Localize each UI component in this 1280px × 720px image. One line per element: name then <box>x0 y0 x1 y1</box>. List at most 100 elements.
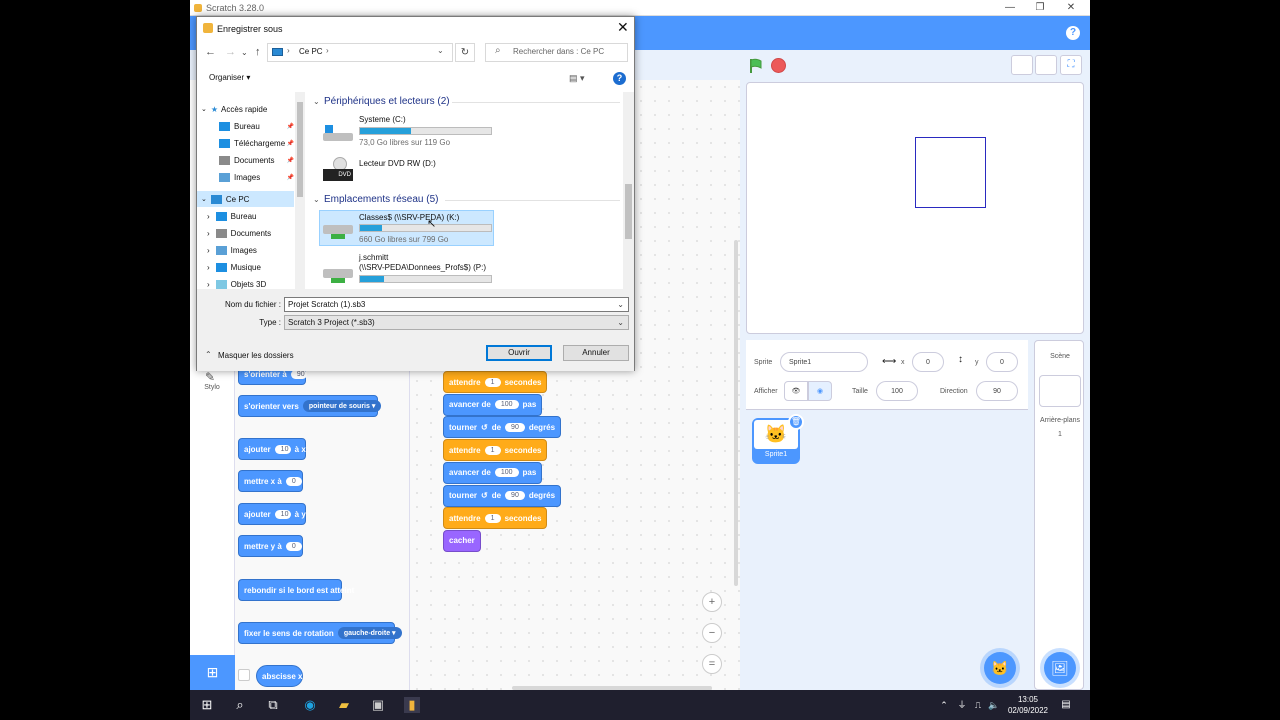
edge-icon[interactable]: ◉ <box>302 697 318 713</box>
block-rotation-style[interactable]: fixer le sens de rotation gauche-droite … <box>238 622 402 644</box>
nav-pc-item[interactable]: › Objets 3D <box>197 276 294 292</box>
pin-icon[interactable]: 📌 <box>287 174 294 181</box>
block-input[interactable]: 0 <box>285 476 302 486</box>
scratch-taskbar-icon[interactable]: ▮ <box>404 697 420 713</box>
back-arrow-icon[interactable]: ← <box>205 46 216 58</box>
filename-input[interactable]: Projet Scratch (1).sb3 ⌄ <box>284 297 629 312</box>
file-scroll-thumb[interactable] <box>625 184 632 239</box>
network-icon[interactable]: ⎍ <box>970 697 986 713</box>
nav-quick-item[interactable]: Téléchargeme 📌 <box>197 135 294 151</box>
add-extension-icon[interactable]: ⊞ <box>190 655 235 690</box>
breadcrumb-chevron-icon[interactable]: › <box>326 46 329 55</box>
help-icon[interactable]: ? <box>1066 26 1080 40</box>
fullscreen-icon[interactable]: ⛶ <box>1060 55 1082 75</box>
refresh-icon[interactable]: ↻ <box>455 43 475 62</box>
chevron-up-icon[interactable]: ⌃ <box>205 350 212 359</box>
script-block-wait[interactable]: attendre 1 secondes <box>443 371 548 393</box>
block-set-x[interactable]: mettre x à 0 <box>238 470 303 492</box>
block-bounce[interactable]: rebondir si le bord est atteint <box>238 579 354 601</box>
block-input[interactable]: 10 <box>274 444 291 454</box>
group-devices[interactable]: Périphériques et lecteurs (2) <box>324 96 450 107</box>
address-dropdown-icon[interactable]: ⌄ <box>437 46 444 55</box>
recent-chevron-icon[interactable]: ⌄ <box>241 48 248 57</box>
minimize-icon[interactable]: — <box>995 0 1025 16</box>
drive-d-name[interactable]: Lecteur DVD RW (D:) <box>359 159 436 168</box>
block-input[interactable]: 90 <box>505 422 525 432</box>
collapse-chevron-icon[interactable]: ⌄ <box>313 195 320 204</box>
block-dropdown[interactable]: gauche-droite ▾ <box>337 627 402 639</box>
zoom-reset-icon[interactable]: = <box>702 654 722 674</box>
stop-icon[interactable] <box>771 58 786 73</box>
close-icon[interactable]: ✕ <box>1056 0 1086 16</box>
direction-field[interactable]: 90 <box>976 381 1018 401</box>
block-input[interactable]: 1 <box>484 445 501 455</box>
backdrop-thumbnail[interactable] <box>1039 375 1081 407</box>
chevron-down-icon[interactable]: ⌄ <box>617 298 624 311</box>
block-input[interactable]: 90 <box>505 491 525 500</box>
block-input[interactable]: 100 <box>494 400 519 410</box>
delete-sprite-icon[interactable]: 🗑 <box>788 414 804 430</box>
script-block-wait[interactable]: attendre 1 secondes <box>443 439 548 462</box>
clock[interactable]: 13:05 02/09/2022 <box>1004 694 1052 716</box>
nav-pc-item[interactable]: › Documents <box>197 225 294 241</box>
network-app-icon[interactable]: ▣ <box>370 697 386 713</box>
notification-icon[interactable]: ▤ <box>1058 697 1074 713</box>
script-block-hide[interactable]: cacher <box>443 529 481 552</box>
reporter-checkbox[interactable] <box>238 669 250 681</box>
pin-icon[interactable]: 📌 <box>287 140 294 147</box>
drive-k-name[interactable]: Classes$ (\\SRV-PEDA) (K:) <box>359 213 459 222</box>
green-flag-icon[interactable] <box>748 58 764 74</box>
block-x-position[interactable]: abscisse x <box>256 665 303 687</box>
expand-chevron-icon[interactable]: › <box>207 280 210 289</box>
dialog-help-icon[interactable]: ? <box>613 72 626 85</box>
block-input[interactable]: 0 <box>285 541 302 551</box>
add-backdrop-icon[interactable]: 🖼 <box>1044 652 1076 684</box>
small-stage-icon[interactable] <box>1011 55 1033 75</box>
nav-quick-access[interactable]: ⌄ ★ Accès rapide <box>197 101 294 117</box>
dialog-close-icon[interactable]: ✕ <box>617 19 629 36</box>
block-dropdown[interactable]: pointeur de souris ▾ <box>302 400 382 412</box>
block-change-x[interactable]: ajouter 10 à x <box>238 438 306 460</box>
nav-scroll-thumb[interactable] <box>297 102 303 197</box>
script-block-move[interactable]: avancer de 100 pas <box>443 393 543 416</box>
chevron-down-icon[interactable]: ⌄ <box>617 316 624 329</box>
script-block-move[interactable]: avancer de 100 pas <box>443 461 543 484</box>
view-options-icon[interactable]: ▤ ▾ <box>569 73 585 84</box>
group-network[interactable]: Emplacements réseau (5) <box>324 194 439 205</box>
organiser-button[interactable]: Organiser ▾ <box>209 73 250 82</box>
windows-start-icon[interactable]: ⊞ <box>199 697 215 713</box>
collapse-chevron-icon[interactable]: ⌄ <box>313 97 320 106</box>
up-arrow-icon[interactable]: ↑ <box>255 46 261 58</box>
script-block-wait[interactable]: attendre 1 secondes <box>443 507 548 530</box>
address-bar[interactable] <box>267 43 453 62</box>
block-input[interactable]: 1 <box>484 377 501 387</box>
block-set-y[interactable]: mettre y à 0 <box>238 535 303 557</box>
zoom-out-icon[interactable]: − <box>702 623 722 643</box>
block-input[interactable]: 1 <box>484 513 501 523</box>
pen-icon[interactable]: ✎ <box>205 370 215 384</box>
nav-this-pc[interactable]: ⌄ Ce PC <box>197 191 294 207</box>
block-input[interactable]: 10 <box>274 509 291 519</box>
block-change-y[interactable]: ajouter 10 à y <box>238 503 306 525</box>
address-text[interactable]: Ce PC <box>299 47 323 56</box>
pin-icon[interactable]: 📌 <box>287 157 294 164</box>
nav-pc-item[interactable]: › Images <box>197 242 294 258</box>
nav-quick-item[interactable]: Images 📌 <box>197 169 294 185</box>
nav-pc-item[interactable]: › Musique <box>197 259 294 275</box>
zoom-in-icon[interactable]: + <box>702 592 722 612</box>
drive-p-name[interactable]: j.schmitt <box>359 253 388 262</box>
expand-chevron-icon[interactable]: › <box>207 229 210 238</box>
open-button[interactable]: Ouvrir <box>486 345 552 361</box>
block-input[interactable]: 100 <box>494 468 519 478</box>
file-explorer-icon[interactable]: ▰ <box>336 697 352 713</box>
nav-pc-item[interactable]: › Bureau <box>197 208 294 224</box>
stage[interactable] <box>746 82 1084 334</box>
add-sprite-icon[interactable]: 🐱 <box>984 652 1016 684</box>
restore-icon[interactable]: ❐ <box>1025 0 1055 16</box>
task-view-icon[interactable]: ⧉ <box>265 697 281 713</box>
volume-icon[interactable]: 🔈 <box>986 697 1002 713</box>
vertical-scrollbar[interactable] <box>734 240 738 586</box>
hide-icon[interactable]: ◉ <box>808 381 832 401</box>
script-block-turn[interactable]: tourner ↺ de 90 degrés <box>443 416 562 439</box>
pin-icon[interactable]: 📌 <box>287 123 294 130</box>
